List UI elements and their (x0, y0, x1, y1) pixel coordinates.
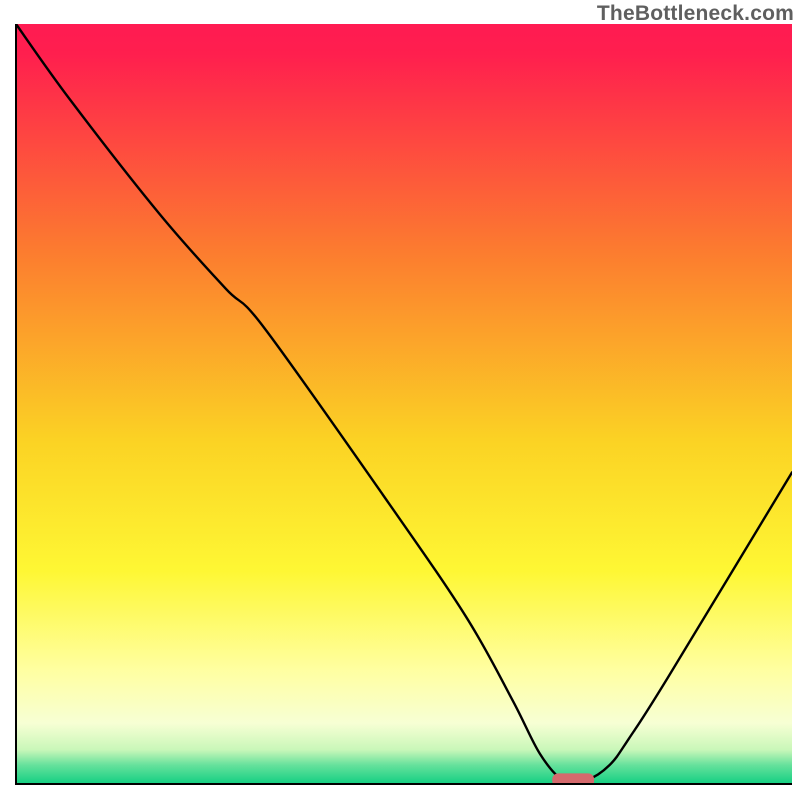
chart-svg (0, 0, 800, 800)
watermark-text: TheBottleneck.com (597, 2, 794, 26)
gradient-background (16, 24, 792, 784)
bottleneck-chart: TheBottleneck.com (0, 0, 800, 800)
